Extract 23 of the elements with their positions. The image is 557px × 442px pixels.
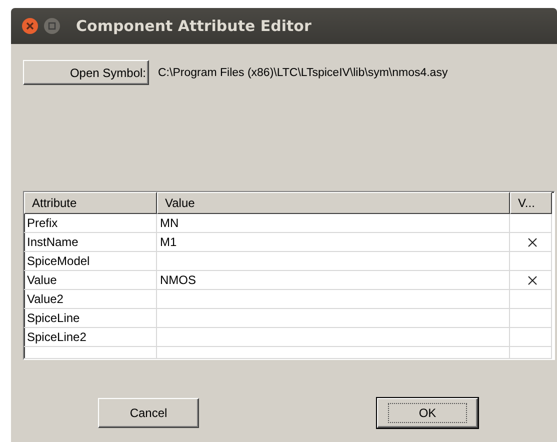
attribute-name: Value: [27, 273, 57, 287]
attribute-name: SpiceModel: [27, 254, 90, 268]
dialog-button[interactable]: OK: [377, 398, 478, 428]
attribute-value: MN: [160, 216, 179, 230]
square-icon: [48, 22, 56, 30]
table-cell: [510, 347, 552, 359]
attribute-value: NMOS: [160, 273, 196, 287]
column-header[interactable]: V...: [510, 192, 552, 214]
minimize-button[interactable]: [44, 18, 60, 34]
close-icon: [26, 22, 34, 30]
attribute-value: M1: [160, 235, 177, 249]
window-title: Component Attribute Editor: [76, 17, 312, 35]
attribute-name: SpiceLine: [27, 311, 80, 325]
attribute-name: Value2: [27, 292, 64, 306]
dialog-button[interactable]: Cancel: [98, 398, 199, 428]
column-header[interactable]: Attribute: [24, 192, 157, 214]
attribute-name: SpiceLine2: [27, 330, 86, 344]
close-button[interactable]: [22, 18, 38, 34]
open-symbol-button[interactable]: Open Symbol:: [23, 60, 149, 85]
attribute-name: InstName: [27, 235, 78, 249]
attribute-name: Prefix: [27, 216, 58, 230]
symbol-path: C:\Program Files (x86)\LTC\LTspiceIV\lib\sym\nmos4.asy: [158, 66, 448, 78]
column-header[interactable]: Value: [157, 192, 510, 214]
